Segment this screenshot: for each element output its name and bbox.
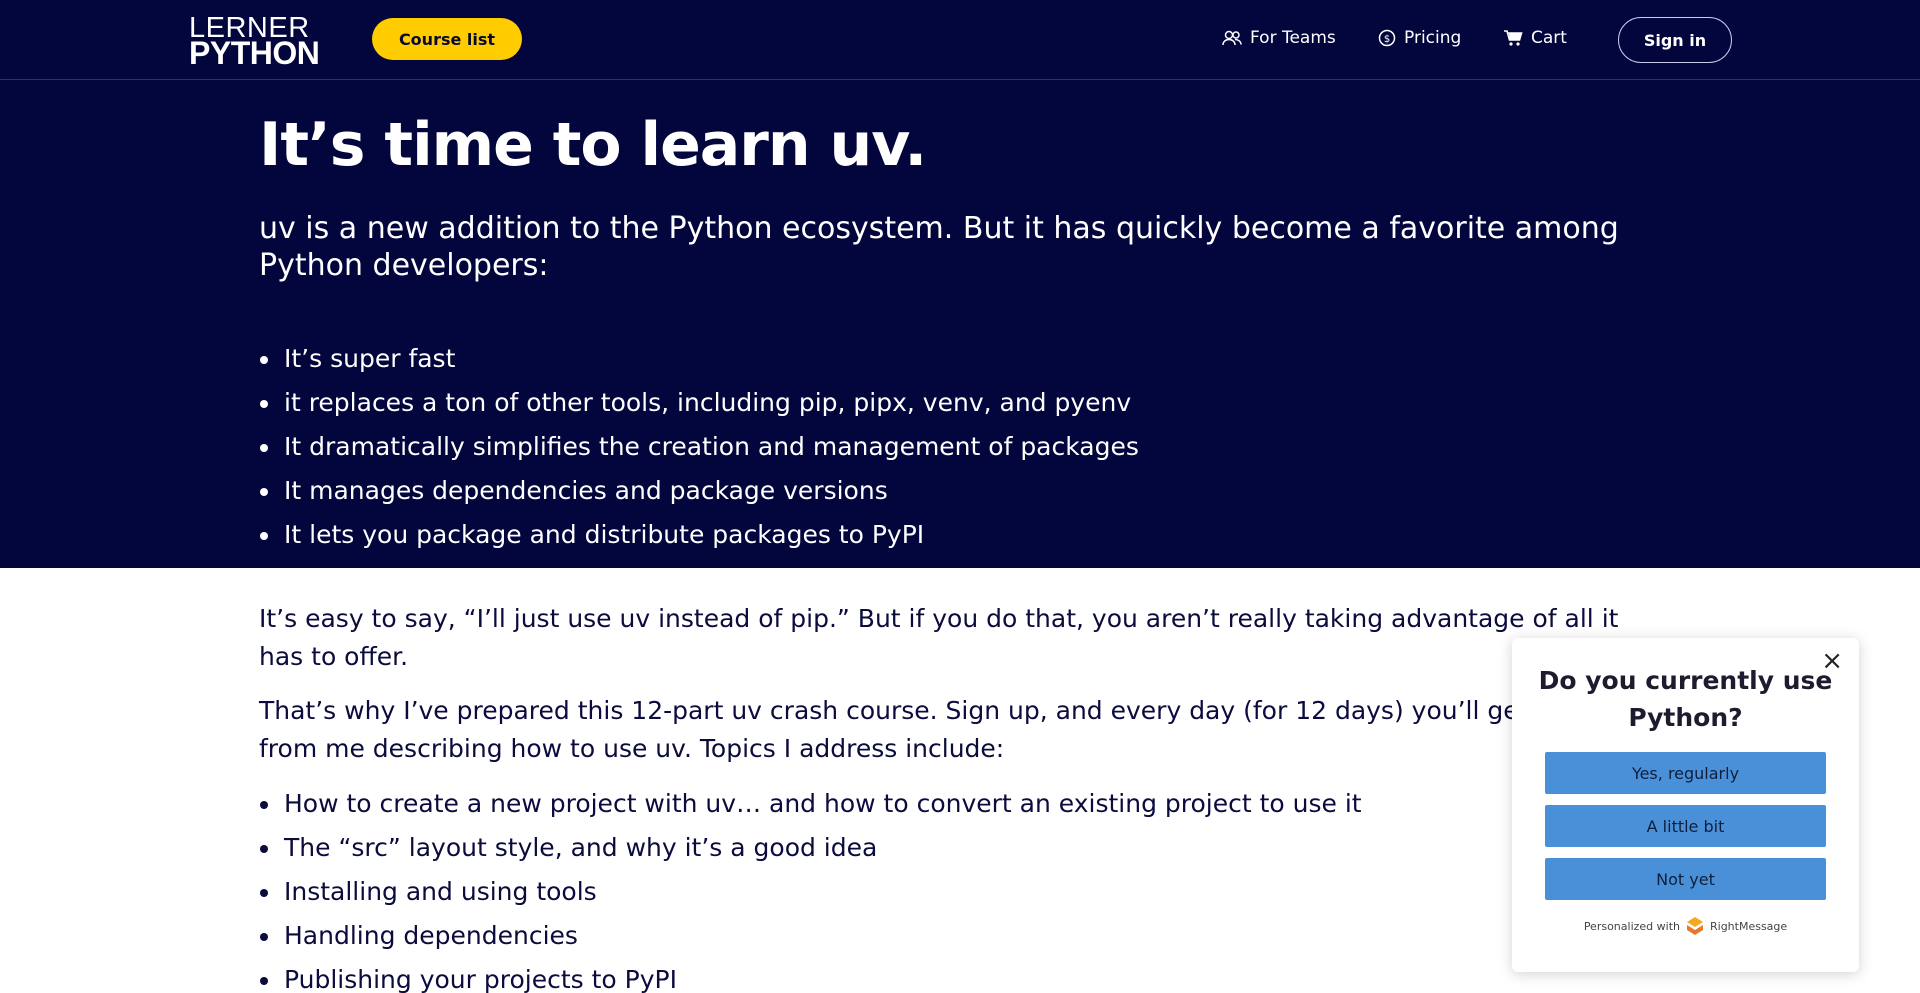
rightmessage-logo-icon: [1687, 917, 1703, 935]
list-item: It dramatically simplifies the creation …: [259, 425, 1139, 469]
site-header: LERNER PYTHON Course list For Teams $ Pr…: [0, 0, 1920, 80]
logo-bottom-text: PYTHON: [189, 35, 320, 71]
list-item: It manages dependencies and package vers…: [259, 469, 1139, 513]
hero-feature-list: It’s super fast it replaces a ton of oth…: [259, 337, 1139, 557]
list-item: it replaces a ton of other tools, includ…: [259, 381, 1139, 425]
dollar-icon: $: [1378, 29, 1396, 47]
course-list-button[interactable]: Course list: [372, 18, 522, 60]
body-paragraph-2: That’s why I’ve prepared this 12-part uv…: [259, 696, 1612, 763]
lerner-python-logo[interactable]: LERNER PYTHON: [189, 14, 320, 71]
list-item: It’s super fast: [259, 337, 1139, 381]
list-item: Publishing your projects to PyPI: [259, 958, 1362, 993]
survey-popup: × Do you currently use Python? Yes, regu…: [1512, 638, 1859, 972]
nav-pricing[interactable]: $ Pricing: [1378, 28, 1461, 48]
nav-label: Pricing: [1404, 28, 1462, 48]
sign-in-button[interactable]: Sign in: [1618, 17, 1732, 63]
nav-label: For Teams: [1250, 28, 1336, 48]
option-a-little-bit-button[interactable]: A little bit: [1545, 805, 1826, 847]
survey-question: Do you currently use Python?: [1538, 666, 1833, 732]
list-item: Installing and using tools: [259, 870, 1362, 914]
cart-icon: [1504, 30, 1523, 46]
nav-cart[interactable]: Cart: [1503, 28, 1567, 48]
list-item: It lets you package and distribute packa…: [259, 513, 1139, 557]
list-item: Handling dependencies: [259, 914, 1362, 958]
list-item: The “src” layout style, and why it’s a g…: [259, 826, 1362, 870]
page-title: It’s time to learn uv.: [259, 110, 927, 180]
footer-prefix: Personalized with: [1583, 919, 1680, 933]
nav-label: Cart: [1531, 28, 1567, 48]
footer-brand[interactable]: RightMessage: [1710, 920, 1787, 933]
svg-text:$: $: [1384, 34, 1390, 45]
body-paragraph-1: It’s easy to say, “I’ll just use uv inst…: [259, 604, 1619, 671]
team-icon: [1222, 30, 1242, 46]
option-not-yet-button[interactable]: Not yet: [1545, 858, 1826, 900]
hero-intro: uv is a new addition to the Python ecosy…: [259, 211, 1619, 283]
option-yes-regularly-button[interactable]: Yes, regularly: [1545, 752, 1826, 794]
nav-for-teams[interactable]: For Teams: [1222, 28, 1336, 48]
hero-section: It’s time to learn uv. uv is a new addit…: [0, 80, 1920, 568]
topics-list: How to create a new project with uv… and…: [259, 782, 1362, 993]
list-item: How to create a new project with uv… and…: [259, 782, 1362, 826]
popup-footer: Personalized with RightMessage: [1512, 916, 1859, 936]
